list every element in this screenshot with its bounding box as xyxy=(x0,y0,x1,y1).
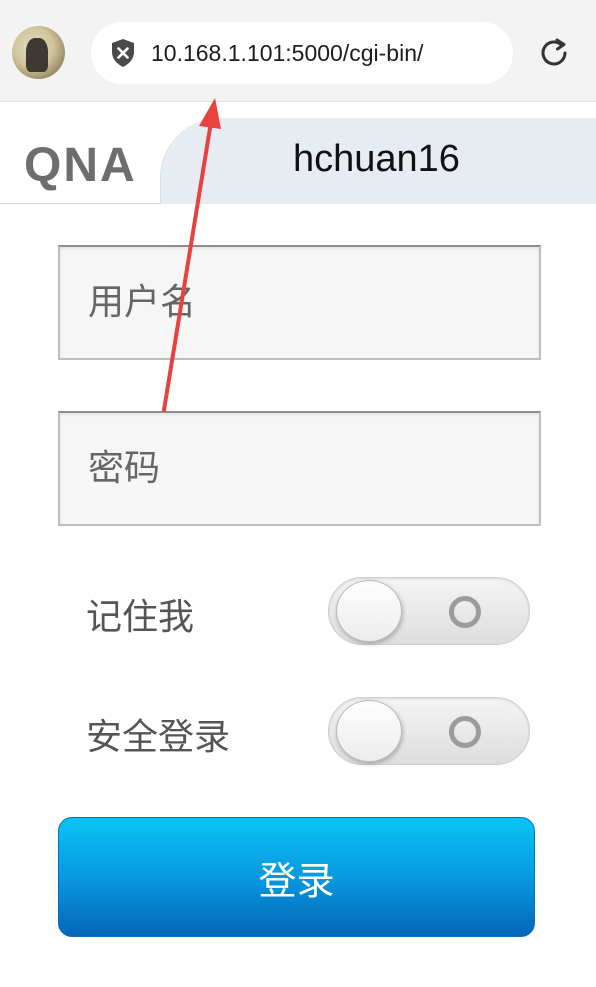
qnap-logo: QNA xyxy=(24,139,137,192)
reload-icon[interactable] xyxy=(537,36,571,70)
secure-login-label: 安全登录 xyxy=(86,717,231,758)
remember-me-toggle[interactable] xyxy=(328,577,530,645)
remember-me-label: 记住我 xyxy=(86,597,195,638)
toggle-knob xyxy=(336,700,402,762)
password-input[interactable] xyxy=(60,413,539,524)
avatar-figure xyxy=(26,38,48,72)
toggle-knob xyxy=(336,580,402,642)
profile-avatar[interactable] xyxy=(12,26,65,79)
toggle-off-indicator-icon xyxy=(449,716,481,748)
login-header: QNA hchuan16 xyxy=(0,118,596,204)
secure-login-toggle[interactable] xyxy=(328,697,530,765)
toggle-off-indicator-icon xyxy=(449,596,481,628)
browser-toolbar: 10.168.1.101:5000/cgi-bin/ xyxy=(0,0,596,102)
shield-x-icon[interactable] xyxy=(109,37,137,69)
username-field[interactable] xyxy=(58,245,541,360)
server-name: hchuan16 xyxy=(293,138,460,180)
address-bar[interactable]: 10.168.1.101:5000/cgi-bin/ xyxy=(91,22,513,84)
url-text[interactable]: 10.168.1.101:5000/cgi-bin/ xyxy=(151,40,423,67)
password-field[interactable] xyxy=(58,411,541,526)
login-button[interactable]: 登录 xyxy=(58,817,535,937)
server-tab: hchuan16 xyxy=(160,118,596,204)
username-input[interactable] xyxy=(60,247,539,358)
